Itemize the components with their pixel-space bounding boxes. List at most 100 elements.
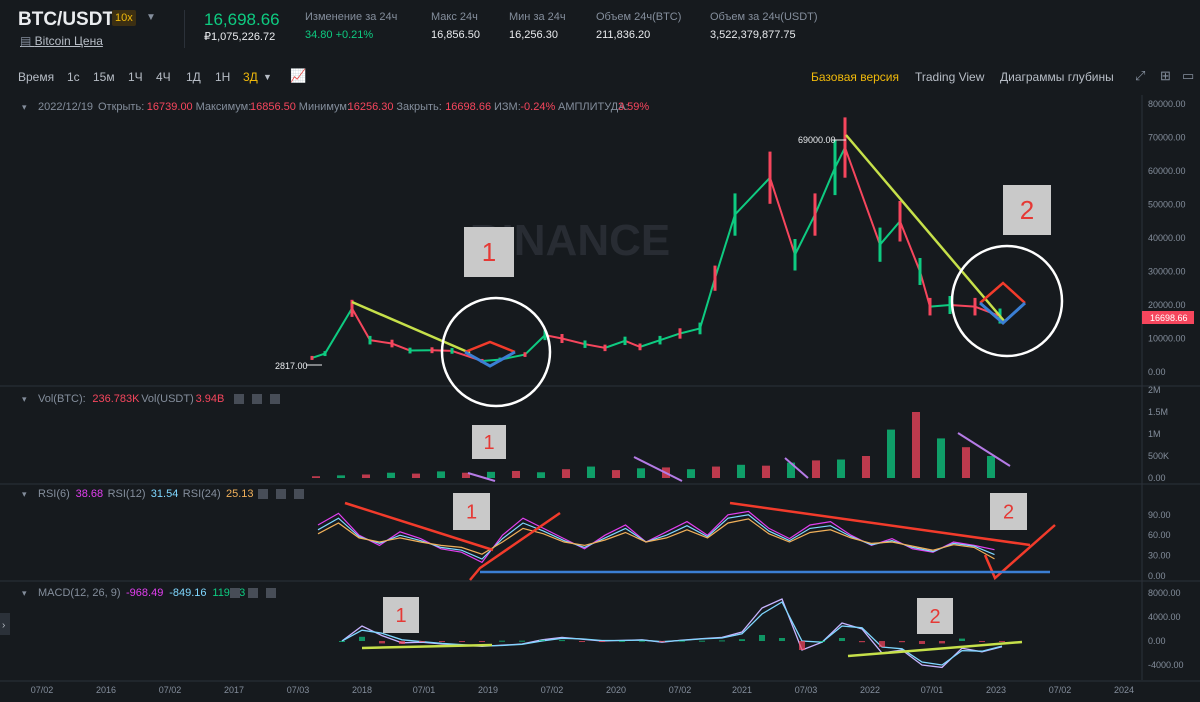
macd-histogram-bar (339, 641, 345, 642)
price-segment (949, 304, 976, 308)
eye-icon (248, 588, 258, 598)
rsi-trend-red (983, 524, 1056, 581)
macd-histogram-bar (539, 639, 545, 641)
volume-bar (512, 470, 520, 478)
price-tick-label: 10000.00 (1148, 334, 1186, 344)
legend-label: MACD(12, 26, 9) (38, 587, 121, 599)
x-tick-label: 07/01 (921, 685, 944, 695)
macd-histogram-bar (719, 640, 725, 642)
price-candle (560, 334, 564, 343)
volume-bar (587, 466, 595, 478)
chart-area[interactable]: 07/02 2016 07/02 2017 07/03 2018 07/01 2019 07/0… (0, 0, 1200, 702)
volume-bar (362, 474, 370, 478)
price-segment (814, 167, 836, 215)
price-tick-label: 80000.00 (1148, 99, 1186, 109)
macd-histogram-bar (439, 641, 445, 642)
macd-histogram-bar (419, 641, 425, 642)
macd-tick-label: 4000.00 (1148, 612, 1181, 622)
macd-histogram-bar (899, 641, 905, 643)
price-candle (878, 227, 882, 262)
macd-histogram-bar (879, 641, 885, 647)
price-segment (769, 177, 796, 256)
macd-histogram-bar (779, 638, 785, 641)
label-box-text: 1 (466, 502, 477, 524)
legend-value: 3.94B (196, 393, 225, 405)
collapse-icon: ▾ (22, 102, 27, 112)
volume-bar (412, 473, 420, 478)
macd-histogram-bar (359, 636, 365, 641)
close-icon (294, 489, 304, 499)
price-candle (793, 239, 797, 271)
price-segment (699, 277, 716, 329)
x-tick-label: 07/02 (1049, 685, 1072, 695)
price-candle (408, 347, 412, 354)
x-tick-label: 07/02 (669, 685, 692, 695)
rsi-tick-label: 0.00 (1148, 571, 1166, 581)
legend-date: 2022/12/19 (38, 101, 93, 113)
label-box-text: 2 (1003, 502, 1014, 524)
volume-bar (862, 456, 870, 478)
macd-histogram-bar (759, 635, 765, 641)
macd-histogram-bar (559, 640, 565, 642)
x-tick-label: 2018 (352, 685, 372, 695)
volume-bar (812, 460, 820, 478)
price-candle (658, 335, 662, 345)
x-tick-label: 07/02 (159, 685, 182, 695)
x-tick-label: 2023 (986, 685, 1006, 695)
price-candle (523, 352, 527, 357)
legend-label: RSI(12) (108, 488, 146, 500)
price-segment (714, 214, 736, 279)
price-segment (794, 214, 816, 256)
label-box-text: 1 (483, 432, 494, 454)
price-segment (524, 334, 546, 356)
macd-histogram-bar (959, 638, 965, 641)
x-tick-label: 2016 (96, 685, 116, 695)
legend-value: -968.49 (126, 587, 163, 599)
price-tick-label: 20000.00 (1148, 300, 1186, 310)
x-tick-label: 07/03 (795, 685, 818, 695)
price-candle (678, 328, 682, 339)
x-tick-label: 2017 (224, 685, 244, 695)
macd-histogram-bar (819, 641, 825, 642)
volume-bar (887, 429, 895, 478)
price-segment (844, 147, 881, 246)
price-candle (390, 339, 394, 348)
price-segment (351, 307, 371, 341)
x-tick-label: 07/03 (287, 685, 310, 695)
price-candle (843, 117, 847, 178)
price-candle (713, 265, 717, 291)
macd-histogram-bar (699, 640, 705, 642)
macd-histogram-bar (799, 641, 805, 650)
price-segment (324, 307, 353, 355)
price-candle (323, 351, 327, 357)
price-high-label: 69000.00 (798, 135, 836, 145)
macd-trend-green (361, 643, 493, 650)
macd-tick-label: -4000.00 (1148, 660, 1184, 670)
volume-bar (737, 464, 745, 478)
price-candle (698, 322, 702, 335)
settings-icon (234, 394, 244, 404)
rsi-tick-label: 60.00 (1148, 530, 1171, 540)
legend-value: 16739.00 (147, 101, 193, 113)
price-candle (430, 347, 434, 354)
volume-bar (437, 471, 445, 478)
collapse-icon: ▾ (22, 489, 27, 499)
legend-label: Открыть: (98, 101, 144, 113)
macd-histogram-bar (479, 641, 485, 642)
close-icon (270, 394, 280, 404)
price-segment (679, 327, 701, 335)
legend-label: RSI(6) (38, 488, 70, 500)
price-segment (899, 220, 921, 272)
trendline-green (351, 300, 471, 355)
highlight-circle (950, 244, 1064, 358)
volume-bar (387, 472, 395, 478)
macd-histogram-bar (919, 641, 925, 644)
macd-tick-label: 0.00 (1148, 636, 1166, 646)
macd-histogram-bar (939, 641, 945, 644)
volume-bar (987, 456, 995, 478)
price-segment (391, 342, 411, 352)
settings-icon (258, 489, 268, 499)
volume-bar (687, 469, 695, 478)
volume-bar (612, 470, 620, 478)
price-candle (583, 340, 587, 348)
